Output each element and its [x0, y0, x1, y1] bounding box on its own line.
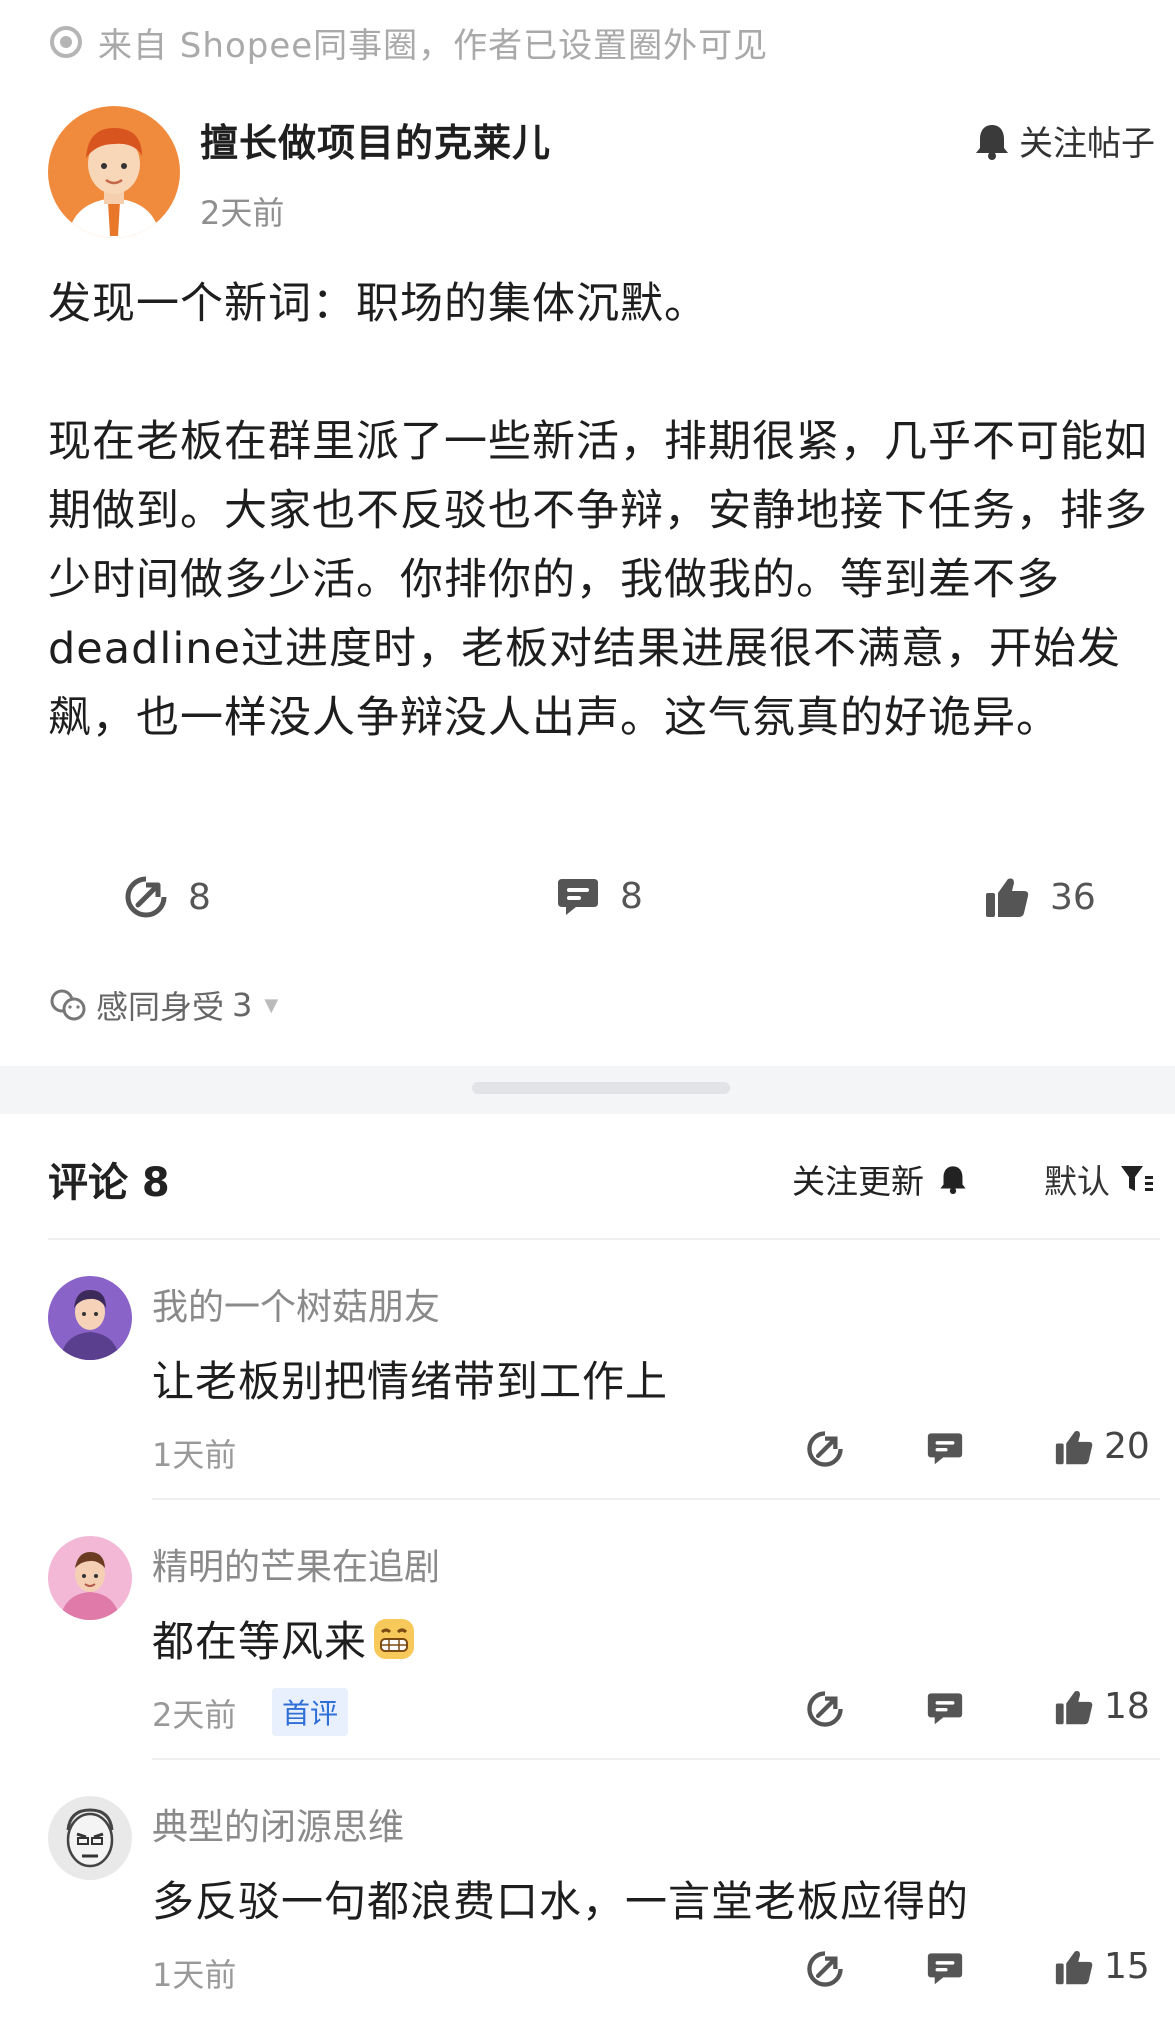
post-time: 2天前: [200, 194, 285, 232]
comment-bubble-icon: [927, 1693, 963, 1725]
comment-like-button[interactable]: 15: [1054, 1946, 1150, 1987]
comment-item: 精明的芒果在追剧 都在等风来 2天前 首评 18: [0, 1500, 1175, 1760]
share-arrow-icon: [807, 1431, 843, 1467]
comment-time: 1天前: [152, 1436, 237, 1474]
author-name[interactable]: 擅长做项目的克莱儿: [200, 112, 551, 167]
share-button[interactable]: 8: [124, 875, 211, 919]
comment-item: 我的一个树菇朋友 让老板别把情绪带到工作上 1天前 20: [0, 1240, 1175, 1500]
sort-button[interactable]: 默认: [1044, 1155, 1154, 1203]
thumbs-up-icon: [1055, 1950, 1093, 1984]
follow-post-label: 关注帖子: [1019, 124, 1155, 164]
thumbs-up-icon: [1055, 1430, 1093, 1464]
comment-like-button[interactable]: 18: [1054, 1686, 1150, 1727]
comment-button[interactable]: 8: [556, 875, 643, 917]
share-arrow-icon: [125, 876, 167, 918]
commenter-avatar[interactable]: [48, 1536, 132, 1620]
comment-reply-button[interactable]: [926, 1430, 964, 1466]
commenter-avatar[interactable]: [48, 1276, 132, 1360]
comment-time: 1天前: [152, 1956, 237, 1994]
comment-time: 2天前: [152, 1696, 237, 1734]
comment-like-count: 15: [1104, 1946, 1150, 1987]
thumbs-up-icon: [1055, 1690, 1093, 1724]
comment-reply-button[interactable]: [926, 1690, 964, 1726]
comment-like-count: 20: [1104, 1426, 1150, 1467]
reaction-emoji-icon: [50, 989, 86, 1021]
separator-handle: [472, 1082, 730, 1094]
like-button[interactable]: 36: [984, 875, 1096, 919]
comment-bubble-icon: [558, 879, 598, 915]
comment-like-count: 18: [1104, 1686, 1150, 1727]
follow-updates-label: 关注更新: [792, 1162, 924, 1201]
comment-bubble-icon: [927, 1953, 963, 1985]
commenter-name[interactable]: 我的一个树菇朋友: [152, 1278, 440, 1330]
comment-like-button[interactable]: 20: [1054, 1426, 1150, 1467]
comment-text: 都在等风来: [152, 1608, 417, 1669]
source-note-text: 来自 Shopee同事圈，作者已设置圈外可见: [98, 25, 769, 66]
comment-share-button[interactable]: [806, 1690, 844, 1728]
commenter-name[interactable]: 典型的闭源思维: [152, 1798, 404, 1850]
comment-count: 8: [620, 875, 643, 917]
comment-item: 典型的闭源思维 多反驳一句都浪费口水，一言堂老板应得的 1天前 15: [0, 1760, 1175, 2020]
commenter-avatar[interactable]: [48, 1796, 132, 1880]
share-arrow-icon: [807, 1691, 843, 1727]
first-comment-badge: 首评: [272, 1688, 349, 1736]
comment-text-body: 都在等风来: [152, 1617, 368, 1666]
comment-text-body: 让老板别把情绪带到工作上: [152, 1357, 669, 1406]
share-arrow-icon: [807, 1951, 843, 1987]
source-note: 来自 Shopee同事圈，作者已设置圈外可见: [48, 18, 768, 66]
post-body: 发现一个新词：职场的集体沉默。 现在老板在群里派了一些新活，排期很紧，几乎不可能…: [48, 270, 1148, 753]
share-count: 8: [188, 876, 211, 918]
bell-icon: [976, 124, 1008, 160]
comment-share-button[interactable]: [806, 1950, 844, 1988]
comment-text: 多反驳一句都浪费口水，一言堂老板应得的: [152, 1868, 969, 1929]
thumbs-up-icon: [986, 878, 1029, 917]
reaction-summary[interactable]: 感同身受 3 ▼: [48, 982, 278, 1028]
follow-updates-button[interactable]: 关注更新: [792, 1155, 968, 1203]
sort-label: 默认: [1044, 1162, 1110, 1201]
reaction-label: 感同身受: [96, 988, 225, 1026]
like-count: 36: [1050, 876, 1096, 918]
post-paragraph: 发现一个新词：职场的集体沉默。: [48, 279, 708, 329]
post-paragraph: 现在老板在群里派了一些新活，排期很紧，几乎不可能如期做到。大家也不反驳也不争辩，…: [48, 417, 1148, 743]
circle-dot-icon: [50, 26, 82, 58]
comments-title: 评论 8: [48, 1160, 170, 1206]
follow-post-button[interactable]: 关注帖子: [973, 116, 1155, 165]
bell-icon: [940, 1166, 966, 1194]
commenter-name[interactable]: 精明的芒果在追剧: [152, 1538, 440, 1590]
comment-text: 让老板别把情绪带到工作上: [152, 1348, 668, 1409]
grin-emoji-icon: [374, 1618, 415, 1659]
reaction-count: 3: [232, 986, 253, 1024]
comment-reply-button[interactable]: [926, 1950, 964, 1986]
comment-share-button[interactable]: [806, 1430, 844, 1468]
caret-down-icon: ▼: [264, 994, 279, 1016]
author-avatar[interactable]: [48, 106, 180, 238]
comment-bubble-icon: [927, 1433, 963, 1465]
comment-text-body: 多反驳一句都浪费口水，一言堂老板应得的: [152, 1877, 970, 1926]
filter-icon: [1121, 1166, 1153, 1191]
